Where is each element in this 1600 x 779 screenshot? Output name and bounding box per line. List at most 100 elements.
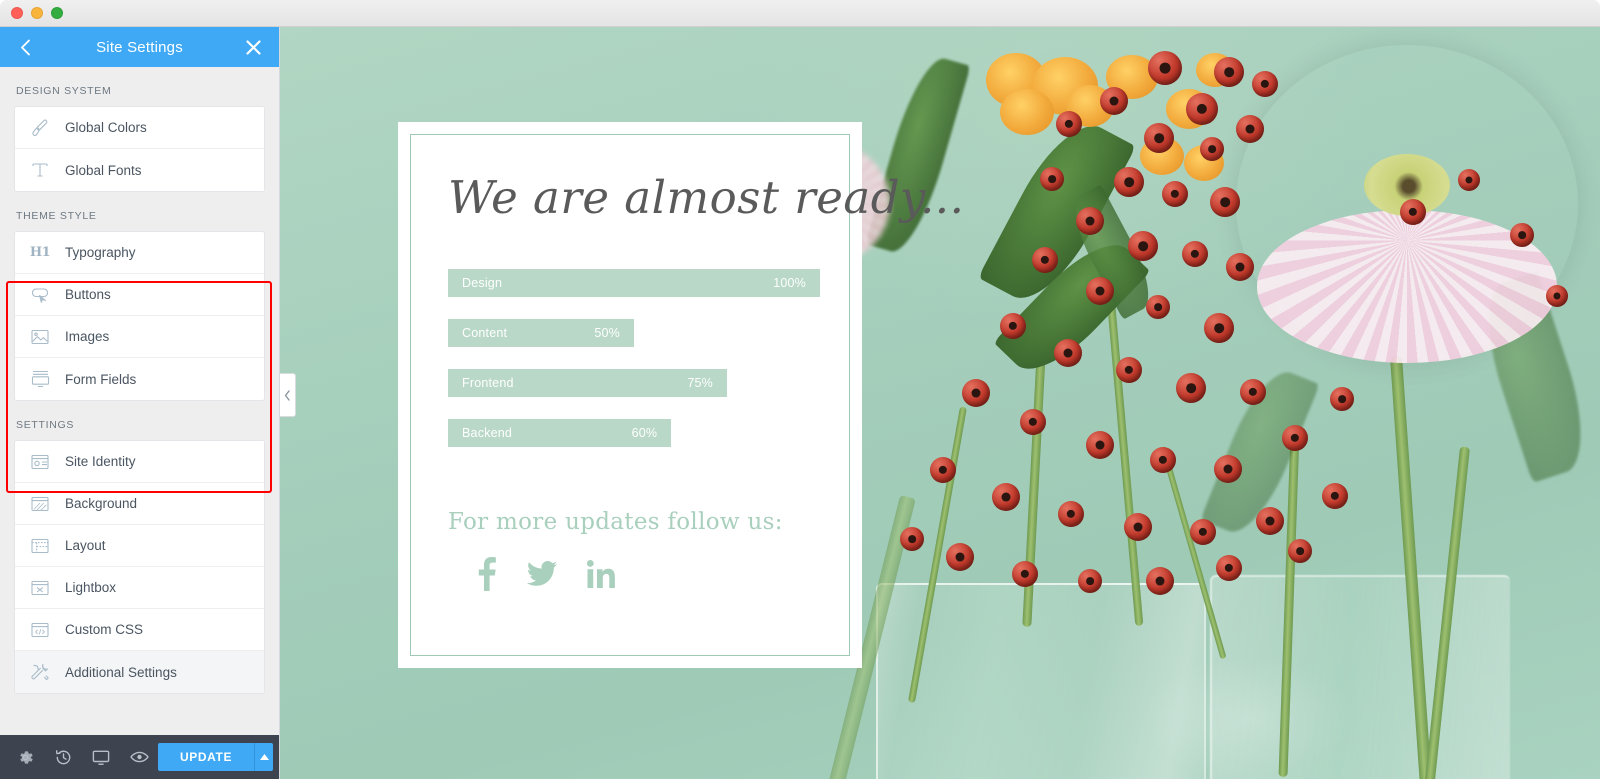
- berry: [1146, 295, 1170, 319]
- group-label-design-system: DESIGN SYSTEM: [16, 85, 112, 97]
- sidebar-item-label: Buttons: [65, 287, 111, 302]
- sidebar-item-additional-settings[interactable]: Additional Settings: [15, 651, 264, 693]
- berry: [962, 379, 990, 407]
- sidebar-item-label: Custom CSS: [65, 622, 144, 637]
- text-t-icon: [29, 159, 51, 181]
- sidebar-item-global-colors[interactable]: Global Colors: [15, 107, 264, 149]
- group-theme-style: THEME STYLE H1 Typography Buttons Images…: [0, 192, 279, 401]
- sidebar-item-buttons[interactable]: Buttons: [15, 274, 264, 316]
- berry: [1058, 501, 1084, 527]
- coming-soon-card[interactable]: We are almost ready... Design 100% Conte…: [398, 122, 965, 668]
- progress-bar-label: Content: [462, 326, 508, 341]
- linkedin-icon[interactable]: [587, 560, 615, 589]
- berry: [1510, 223, 1534, 247]
- twitter-icon[interactable]: [527, 561, 557, 587]
- sidebar-item-label: Layout: [65, 538, 106, 553]
- berry: [930, 457, 956, 483]
- berry: [946, 543, 974, 571]
- berry: [1100, 87, 1128, 115]
- berry: [1186, 93, 1218, 125]
- sidebar-item-images[interactable]: Images: [15, 316, 264, 358]
- berry: [1288, 539, 1312, 563]
- panel-header: Site Settings: [0, 27, 279, 67]
- berry: [992, 483, 1020, 511]
- back-button[interactable]: [14, 36, 36, 58]
- sidebar-item-label: Lightbox: [65, 580, 117, 595]
- sidebar-item-typography[interactable]: H1 Typography: [15, 232, 264, 274]
- panel-body[interactable]: DESIGN SYSTEM Global Colors Global Fonts: [0, 67, 279, 735]
- sidebar-item-global-fonts[interactable]: Global Fonts: [15, 149, 264, 191]
- berry: [1210, 187, 1240, 217]
- berry: [1214, 57, 1244, 87]
- berry: [1128, 231, 1158, 261]
- berry: [1144, 123, 1174, 153]
- responsive-monitor-icon[interactable]: [82, 735, 120, 779]
- image-icon: [29, 326, 51, 348]
- berry: [1256, 507, 1284, 535]
- berry: [1330, 387, 1354, 411]
- berry: [1214, 455, 1242, 483]
- sidebar-item-label: Global Fonts: [65, 162, 142, 178]
- berry: [1190, 519, 1216, 545]
- berry: [1124, 513, 1152, 541]
- progress-bar-design: Design 100%: [448, 269, 820, 298]
- window-zoom-button[interactable]: [51, 7, 63, 19]
- sidebar-item-form-fields[interactable]: Form Fields: [15, 358, 264, 400]
- facebook-icon[interactable]: [476, 557, 497, 592]
- progress-bar-row: Content 50%: [448, 319, 820, 348]
- h1-icon: H1: [29, 245, 51, 260]
- sidebar-item-lightbox[interactable]: Lightbox: [15, 567, 264, 609]
- update-button[interactable]: UPDATE: [158, 743, 255, 771]
- close-button[interactable]: [243, 36, 265, 58]
- berry: [1282, 425, 1308, 451]
- site-identity-icon: [29, 451, 51, 473]
- berry: [1252, 71, 1278, 97]
- social-links: [448, 557, 820, 592]
- sidebar-item-layout[interactable]: Layout: [15, 525, 264, 567]
- progress-bar-content: Content 50%: [448, 319, 634, 348]
- berry: [1116, 357, 1142, 383]
- progress-bar-row: Frontend 75%: [448, 369, 820, 398]
- progress-bar-list: Design 100% Content 50% Frontend 75% Bac…: [448, 269, 820, 448]
- update-button-group: UPDATE: [158, 743, 273, 771]
- sidebar-item-background[interactable]: Background: [15, 483, 264, 525]
- progress-bar-label: Design: [462, 276, 503, 291]
- berry: [1216, 555, 1242, 581]
- card-content: We are almost ready... Design 100% Conte…: [448, 171, 965, 592]
- page-headline: We are almost ready...: [448, 171, 965, 224]
- berry: [1040, 167, 1064, 191]
- berry: [1020, 409, 1046, 435]
- update-caret-up-icon[interactable]: [254, 743, 273, 771]
- group-label-settings: SETTINGS: [16, 419, 75, 431]
- settings-list: Site Identity Background Layout Lightbox…: [14, 440, 265, 694]
- panel-title: Site Settings: [96, 38, 183, 56]
- eye-preview-icon[interactable]: [120, 735, 158, 779]
- gear-icon[interactable]: [6, 735, 44, 779]
- glass-vase-secondary: [1210, 575, 1510, 779]
- berry: [1086, 277, 1114, 305]
- progress-bar-row: Design 100%: [448, 269, 820, 298]
- sidebar-item-custom-css[interactable]: Custom CSS: [15, 609, 264, 651]
- history-icon[interactable]: [44, 735, 82, 779]
- progress-bar-value: 75%: [687, 376, 713, 391]
- lightbox-icon: [29, 577, 51, 599]
- yellow-flower: [1000, 89, 1054, 135]
- panel-collapse-handle[interactable]: [280, 373, 296, 417]
- berry: [1054, 339, 1082, 367]
- berry: [1114, 167, 1144, 197]
- progress-bar-label: Frontend: [462, 376, 514, 391]
- sidebar-item-label: Global Colors: [65, 120, 147, 135]
- sidebar-item-site-identity[interactable]: Site Identity: [15, 441, 264, 483]
- button-cursor-icon: [29, 284, 51, 306]
- window-close-button[interactable]: [11, 7, 23, 19]
- berry: [1400, 199, 1426, 225]
- berry: [1056, 111, 1082, 137]
- progress-bar-frontend: Frontend 75%: [448, 369, 727, 398]
- layout-icon: [29, 535, 51, 557]
- design-system-list: Global Colors Global Fonts: [14, 106, 265, 192]
- berry: [1012, 561, 1038, 587]
- panel-footer-toolbar: UPDATE: [0, 735, 279, 779]
- window-minimize-button[interactable]: [31, 7, 43, 19]
- sidebar-item-label: Additional Settings: [65, 664, 177, 680]
- berry: [1182, 241, 1208, 267]
